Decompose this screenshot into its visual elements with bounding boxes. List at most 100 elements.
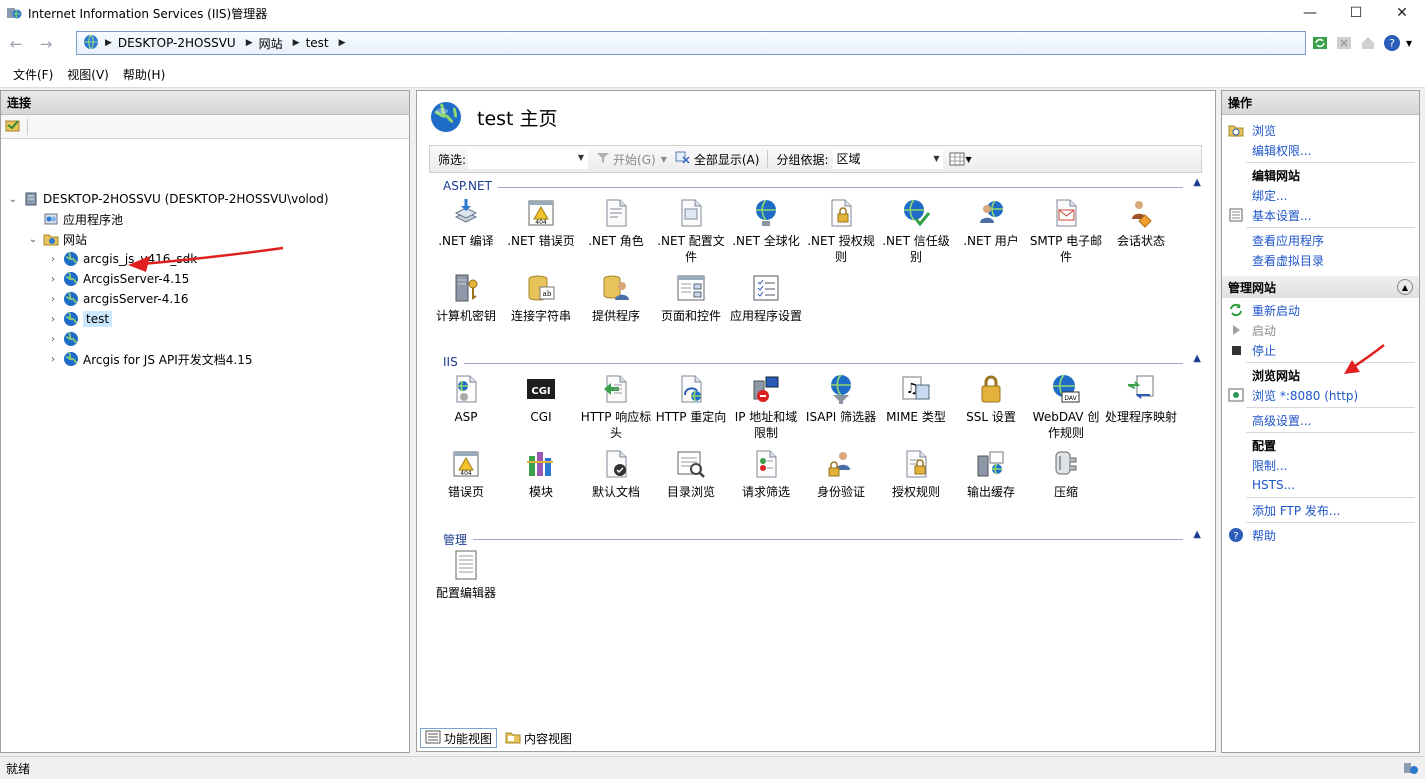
tree-node[interactable]: › test [47, 309, 113, 329]
feature-item[interactable]: .NET 授权规则 [804, 197, 878, 265]
chevron-right-icon[interactable]: › [47, 254, 59, 265]
breadcrumb-server[interactable]: DESKTOP-2HOSSVU [118, 36, 236, 50]
stop-button[interactable] [1334, 33, 1354, 53]
hsts-action[interactable]: HSTS... [1228, 476, 1295, 494]
tab-content-view[interactable]: 内容视图 [501, 728, 576, 748]
tree-node[interactable]: › [47, 329, 83, 349]
feature-item[interactable]: 配置编辑器 [429, 549, 503, 601]
explore-action[interactable]: 浏览 [1228, 121, 1276, 139]
chevron-right-icon[interactable]: › [47, 334, 59, 345]
menu-help[interactable]: 帮助(H) [116, 66, 172, 83]
feature-item[interactable]: .NET 全球化 [729, 197, 803, 249]
feature-item[interactable]: HTTP 响应标头 [579, 373, 653, 441]
feature-item[interactable]: ♫ MIME 类型 [879, 373, 953, 425]
feature-item[interactable]: 应用程序设置 [729, 272, 803, 324]
maximize-button[interactable]: ☐ [1333, 0, 1379, 26]
close-button[interactable]: ✕ [1379, 0, 1425, 26]
tree-node[interactable]: 应用程序池 [27, 209, 123, 229]
tree-node[interactable]: › arcgisServer-4.16 [47, 289, 188, 309]
feature-item[interactable]: 计算机密钥 [429, 272, 503, 324]
breadcrumb-sites[interactable]: 网站 [259, 35, 283, 52]
chevron-right-icon[interactable]: › [47, 354, 59, 365]
feature-item[interactable]: 页面和控件 [654, 272, 728, 324]
minimize-button[interactable]: — [1287, 0, 1333, 26]
refresh-button[interactable] [1310, 33, 1330, 53]
svg-text:?: ? [1233, 531, 1238, 542]
feature-item[interactable]: 会话状态 [1104, 197, 1178, 249]
feature-item[interactable]: .NET 角色 [579, 197, 653, 249]
tab-features-view[interactable]: 功能视图 [420, 728, 498, 748]
feature-item[interactable]: IP 地址和域限制 [729, 373, 803, 441]
new-connection-icon[interactable] [5, 117, 21, 136]
bindings-action[interactable]: 绑定... [1228, 186, 1287, 204]
feature-item[interactable]: CGI CGI [504, 373, 578, 425]
chevron-right-icon[interactable]: › [47, 294, 59, 305]
feature-item[interactable]: 处理程序映射 [1104, 373, 1178, 425]
feature-item[interactable]: .NET 信任级别 [879, 197, 953, 265]
show-all-button[interactable]: 全部显示(A) [675, 151, 759, 168]
feature-item[interactable]: 404 错误页 [429, 448, 503, 500]
start-filter-button[interactable]: 开始(G) ▼ [596, 151, 667, 168]
edit-permissions-action[interactable]: 编辑权限... [1228, 141, 1311, 159]
feature-item[interactable]: HTTP 重定向 [654, 373, 728, 425]
feature-item[interactable]: 默认文档 [579, 448, 653, 500]
browse-8080-action[interactable]: 浏览 *:8080 (http) [1228, 386, 1358, 404]
restart-action[interactable]: 重新启动 [1228, 301, 1300, 319]
feature-item[interactable]: 授权规则 [879, 448, 953, 500]
tree-node[interactable]: › Arcgis for JS API开发文档4.15 [47, 349, 252, 369]
tree-node[interactable]: › arcgis_js_v416_sdk [47, 249, 197, 269]
chevron-down-icon[interactable]: ⌄ [7, 194, 19, 205]
feature-item[interactable]: ab 连接字符串 [504, 272, 578, 324]
home-button[interactable] [1358, 33, 1378, 53]
chevron-up-icon[interactable]: ▲ [1193, 353, 1201, 364]
chevron-up-icon[interactable]: ▲ [1193, 177, 1201, 188]
feature-item[interactable]: SMTP 电子邮件 [1029, 197, 1103, 265]
feature-item[interactable]: ASP [429, 373, 503, 425]
tree-node[interactable]: › ArcgisServer-4.15 [47, 269, 189, 289]
view-applications-action[interactable]: 查看应用程序 [1228, 231, 1324, 249]
feature-item[interactable]: ISAPI 筛选器 [804, 373, 878, 425]
limits-action[interactable]: 限制... [1228, 456, 1287, 474]
feature-item[interactable]: 身份验证 [804, 448, 878, 500]
feature-item[interactable]: 目录浏览 [654, 448, 728, 500]
help-action[interactable]: ? 帮助 [1228, 526, 1276, 544]
breadcrumb-site[interactable]: test [306, 36, 329, 50]
filter-input[interactable]: ▼ [468, 149, 589, 169]
advanced-settings-action[interactable]: 高级设置... [1228, 411, 1311, 429]
feature-item[interactable]: 输出缓存 [954, 448, 1028, 500]
feature-item[interactable]: 提供程序 [579, 272, 653, 324]
feature-item[interactable]: 模块 [504, 448, 578, 500]
back-button[interactable]: ← [4, 32, 28, 56]
add-ftp-action[interactable]: 添加 FTP 发布... [1228, 501, 1340, 519]
feature-item[interactable]: SSL 设置 [954, 373, 1028, 425]
feature-item[interactable]: 请求筛选 [729, 448, 803, 500]
chevron-right-icon[interactable]: › [47, 274, 59, 285]
help-button[interactable]: ? [1382, 33, 1402, 53]
basic-settings-action[interactable]: 基本设置... [1228, 206, 1311, 224]
chevron-down-icon[interactable]: ⌄ [27, 234, 39, 245]
forward-button[interactable]: → [34, 32, 58, 56]
stop-action[interactable]: 停止 [1228, 341, 1276, 359]
feature-item[interactable]: 404 .NET 错误页 [504, 197, 578, 249]
chevron-right-icon[interactable]: › [47, 314, 59, 325]
group-by-select[interactable]: 区域 ▼ [832, 149, 943, 169]
feature-item[interactable]: .NET 配置文件 [654, 197, 728, 265]
tree-node[interactable]: ⌄ 网站 [27, 229, 87, 249]
chevron-down-icon[interactable]: ▼ [578, 153, 584, 162]
feature-item[interactable]: 压缩 [1029, 448, 1103, 500]
chevron-up-icon[interactable]: ▲ [1193, 529, 1201, 540]
menu-view[interactable]: 视图(V) [60, 66, 116, 83]
view-mode-button[interactable]: ▼ [949, 152, 972, 166]
collapse-icon[interactable]: ▲ [1397, 279, 1413, 295]
feature-item[interactable]: .NET 编译 [429, 197, 503, 249]
address-bar[interactable]: ▶ DESKTOP-2HOSSVU ▶ 网站 ▶ test ▶ [76, 31, 1306, 55]
help-dropdown-icon[interactable]: ▼ [1406, 39, 1412, 48]
view-virtual-dirs-action[interactable]: 查看虚拟目录 [1228, 251, 1324, 269]
menu-file[interactable]: 文件(F) [6, 66, 60, 83]
feature-label: 错误页 [447, 485, 484, 499]
start-action[interactable]: 启动 [1228, 321, 1276, 339]
feature-item[interactable]: DAV WebDAV 创作规则 [1029, 373, 1103, 441]
ip-restrictions-icon [750, 373, 782, 405]
tree-node[interactable]: ⌄ DESKTOP-2HOSSVU (DESKTOP-2HOSSVU\volod) [7, 189, 329, 209]
feature-item[interactable]: .NET 用户 [954, 197, 1028, 249]
